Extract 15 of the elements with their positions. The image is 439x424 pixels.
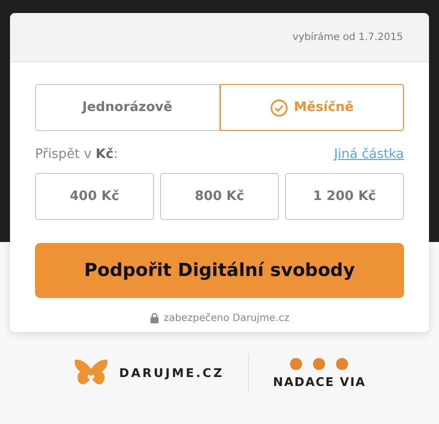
- check-circle-icon: [270, 98, 288, 116]
- amount-option[interactable]: 400 Kč: [35, 173, 154, 220]
- donate-button[interactable]: Podpořit Digitální svobody: [35, 243, 404, 298]
- frequency-tab[interactable]: Měsíčně: [220, 84, 404, 131]
- darujme-logo-text: DARUJME.CZ: [119, 366, 224, 380]
- three-dots-logo-icon: [289, 357, 350, 371]
- other-amount-link[interactable]: Jiná částka: [334, 146, 404, 162]
- nadace-via-logo-text: NADACE VIA: [273, 375, 366, 389]
- amount-label: Přispět v Kč:: [35, 146, 118, 162]
- amount-option[interactable]: 800 Kč: [160, 173, 279, 220]
- frequency-tab[interactable]: Jednorázově: [35, 84, 220, 131]
- secure-note: zabezpečeno Darujme.cz: [164, 312, 290, 324]
- amount-option[interactable]: 1 200 Kč: [285, 173, 404, 220]
- start-date-note: vybíráme od 1.7.2015: [292, 32, 403, 42]
- lock-icon: [150, 312, 159, 324]
